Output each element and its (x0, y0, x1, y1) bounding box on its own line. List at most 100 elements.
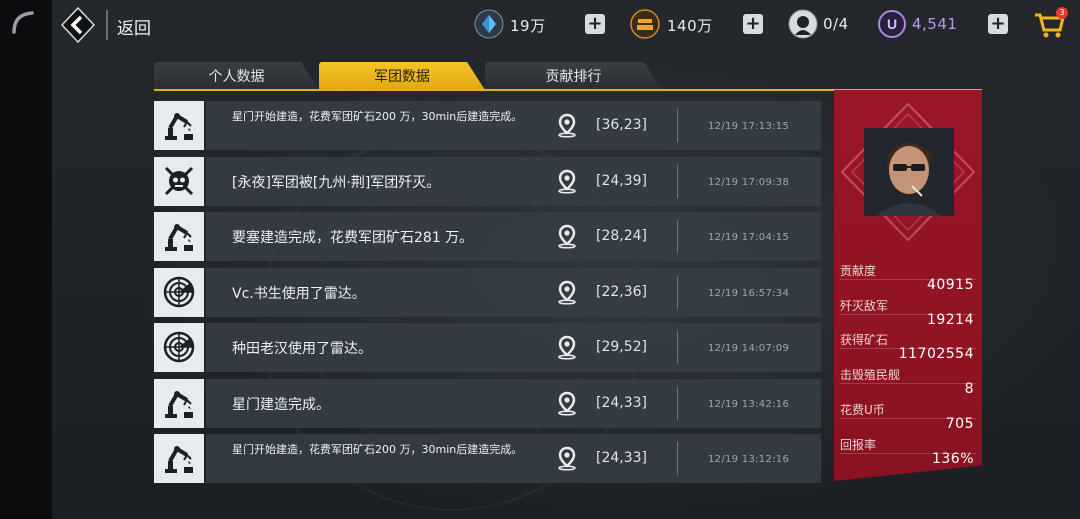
log-type-icon-box (154, 212, 204, 261)
cart-badge: 3 (1056, 7, 1068, 19)
topbar-divider (106, 10, 108, 40)
svg-text:U: U (887, 16, 897, 32)
log-type-icon-box (154, 156, 204, 206)
location-pin-icon (554, 391, 580, 420)
log-timestamp: 12/19 16:57:34 (708, 287, 790, 299)
log-message: 星门开始建造，花费军团矿石200 万，30min后建造完成。 (232, 443, 523, 456)
stat-item: 花费U币 705 (834, 401, 982, 435)
log-timestamp: 12/19 13:42:16 (708, 398, 790, 410)
stat-item: 贡献度 40915 (834, 262, 982, 296)
u-coin-icon: U (878, 10, 906, 38)
log-coordinates[interactable]: [24,39] (596, 173, 647, 189)
stat-item: 获得矿石 11702554 (834, 331, 982, 365)
location-pin-button[interactable] (554, 168, 580, 198)
stat-item: 歼灭敌军 19214 (834, 297, 982, 331)
log-type-icon-box (154, 378, 204, 428)
log-coordinates[interactable]: [24,33] (596, 395, 647, 411)
location-pin-button[interactable] (554, 112, 580, 142)
location-pin-button[interactable] (554, 223, 580, 253)
location-pin-icon (554, 224, 580, 253)
log-message: 要塞建造完成，花费军团矿石281 万。 (232, 230, 474, 246)
back-label[interactable]: 返回 (117, 14, 151, 39)
soldier-icon (788, 9, 818, 39)
log-timestamp: 12/19 14:07:09 (708, 343, 790, 354)
add-ore-button[interactable]: + (743, 14, 763, 34)
add-crystal-button[interactable]: + (585, 14, 605, 34)
log-timestamp: 12/19 17:09:38 (708, 176, 790, 188)
stat-value: 136% (931, 450, 974, 467)
row-separator (677, 220, 678, 253)
row-separator (677, 275, 678, 309)
shop-cart-button[interactable]: 3 (1032, 6, 1068, 42)
location-pin-icon (554, 446, 580, 475)
log-row[interactable]: Vc.书生使用了雷达。 [22,36] 12/19 16:57:34 (154, 267, 821, 317)
location-pin-icon (554, 280, 580, 309)
curve-logo-icon (12, 11, 34, 34)
stat-label: 回报率 (840, 437, 877, 452)
tab-personal-data[interactable]: 个人数据 (154, 62, 319, 90)
row-separator (677, 442, 678, 475)
log-timestamp: 12/19 13:12:16 (708, 454, 790, 465)
stat-label: 击毁殖民舰 (840, 368, 901, 383)
log-coordinates[interactable]: [36,23] (596, 117, 647, 133)
log-message: [永夜]军团被[九州·荆]军团歼灭。 (232, 174, 441, 191)
log-message: 星门建造完成。 (232, 396, 330, 413)
log-row[interactable]: 星门开始建造，花费军团矿石200 万，30min后建造完成。 [36,23] 12/… (154, 101, 821, 150)
log-type-icon-box (154, 101, 204, 150)
log-type-icon-box (154, 434, 204, 483)
log-coordinates[interactable]: [29,52] (596, 339, 647, 355)
location-pin-button[interactable] (554, 390, 580, 420)
log-coordinates[interactable]: [28,24] (596, 228, 647, 244)
add-u-coin-button[interactable]: + (988, 14, 1008, 34)
log-row[interactable]: 星门建造完成。 [24,33] 12/19 13:42:16 (154, 378, 821, 428)
row-separator (677, 109, 678, 142)
log-message: 星门开始建造，花费军团矿石200 万，30min后建造完成。 (232, 110, 523, 123)
log-type-icon-box (154, 267, 204, 317)
location-pin-button[interactable] (554, 279, 580, 309)
log-row[interactable]: 要塞建造完成，花费军团矿石281 万。 [28,24] 12/19 17:04:15 (154, 212, 821, 261)
log-message: Vc.书生使用了雷达。 (232, 285, 366, 302)
stat-label: 歼灭敌军 (840, 298, 889, 313)
row-separator (677, 164, 678, 198)
log-message: 种田老汉使用了雷达。 (232, 341, 372, 357)
stat-item: 回报率 136% (834, 436, 982, 470)
tab-contribution-ranking[interactable]: 贡献排行 (485, 62, 662, 90)
commander-avatar[interactable] (864, 128, 954, 216)
troops-value: 0/4 (823, 15, 849, 33)
log-coordinates[interactable]: [22,36] (596, 284, 647, 300)
u-coin-value: 4,541 (912, 15, 958, 33)
back-chevron-icon (60, 6, 96, 44)
stat-value: 8 (964, 381, 974, 398)
stat-label: 获得矿石 (840, 333, 889, 348)
ore-icon (630, 9, 660, 39)
location-pin-button[interactable] (554, 334, 580, 364)
crystal-icon (474, 9, 504, 39)
stat-label: 花费U币 (840, 402, 885, 417)
location-pin-icon (554, 335, 580, 364)
stat-item: 击毁殖民舰 8 (834, 366, 982, 400)
tab-label: 军团数据 (374, 69, 430, 85)
tab-label: 贡献排行 (545, 69, 602, 85)
crystal-value: 19万 (510, 17, 546, 35)
log-timestamp: 12/19 17:04:15 (708, 232, 790, 243)
log-type-icon-box (154, 323, 204, 372)
log-timestamp: 12/19 17:13:15 (708, 121, 790, 132)
stat-divider (840, 383, 976, 385)
back-button[interactable] (60, 6, 96, 44)
row-separator (677, 331, 678, 364)
log-coordinates[interactable]: [24,33] (596, 450, 647, 466)
tab-label: 个人数据 (208, 69, 265, 85)
stat-value: 11702554 (898, 346, 974, 363)
log-row[interactable]: [永夜]军团被[九州·荆]军团歼灭。 [24,39] 12/19 17:09:38 (154, 156, 821, 206)
location-pin-button[interactable] (554, 445, 580, 475)
stat-value: 705 (945, 415, 974, 432)
ore-value: 140万 (667, 17, 713, 35)
log-row[interactable]: 星门开始建造，花费军团矿石200 万，30min后建造完成。 [24,33] 12/… (154, 434, 821, 483)
system-left-bar (0, 0, 52, 519)
stat-value: 19214 (926, 311, 974, 328)
stat-label: 贡献度 (840, 264, 877, 278)
log-row[interactable]: 种田老汉使用了雷达。 [29,52] 12/19 14:07:09 (154, 323, 821, 372)
tab-legion-data[interactable]: 军团数据 (319, 62, 485, 90)
location-pin-icon (554, 113, 580, 142)
row-separator (677, 386, 678, 420)
